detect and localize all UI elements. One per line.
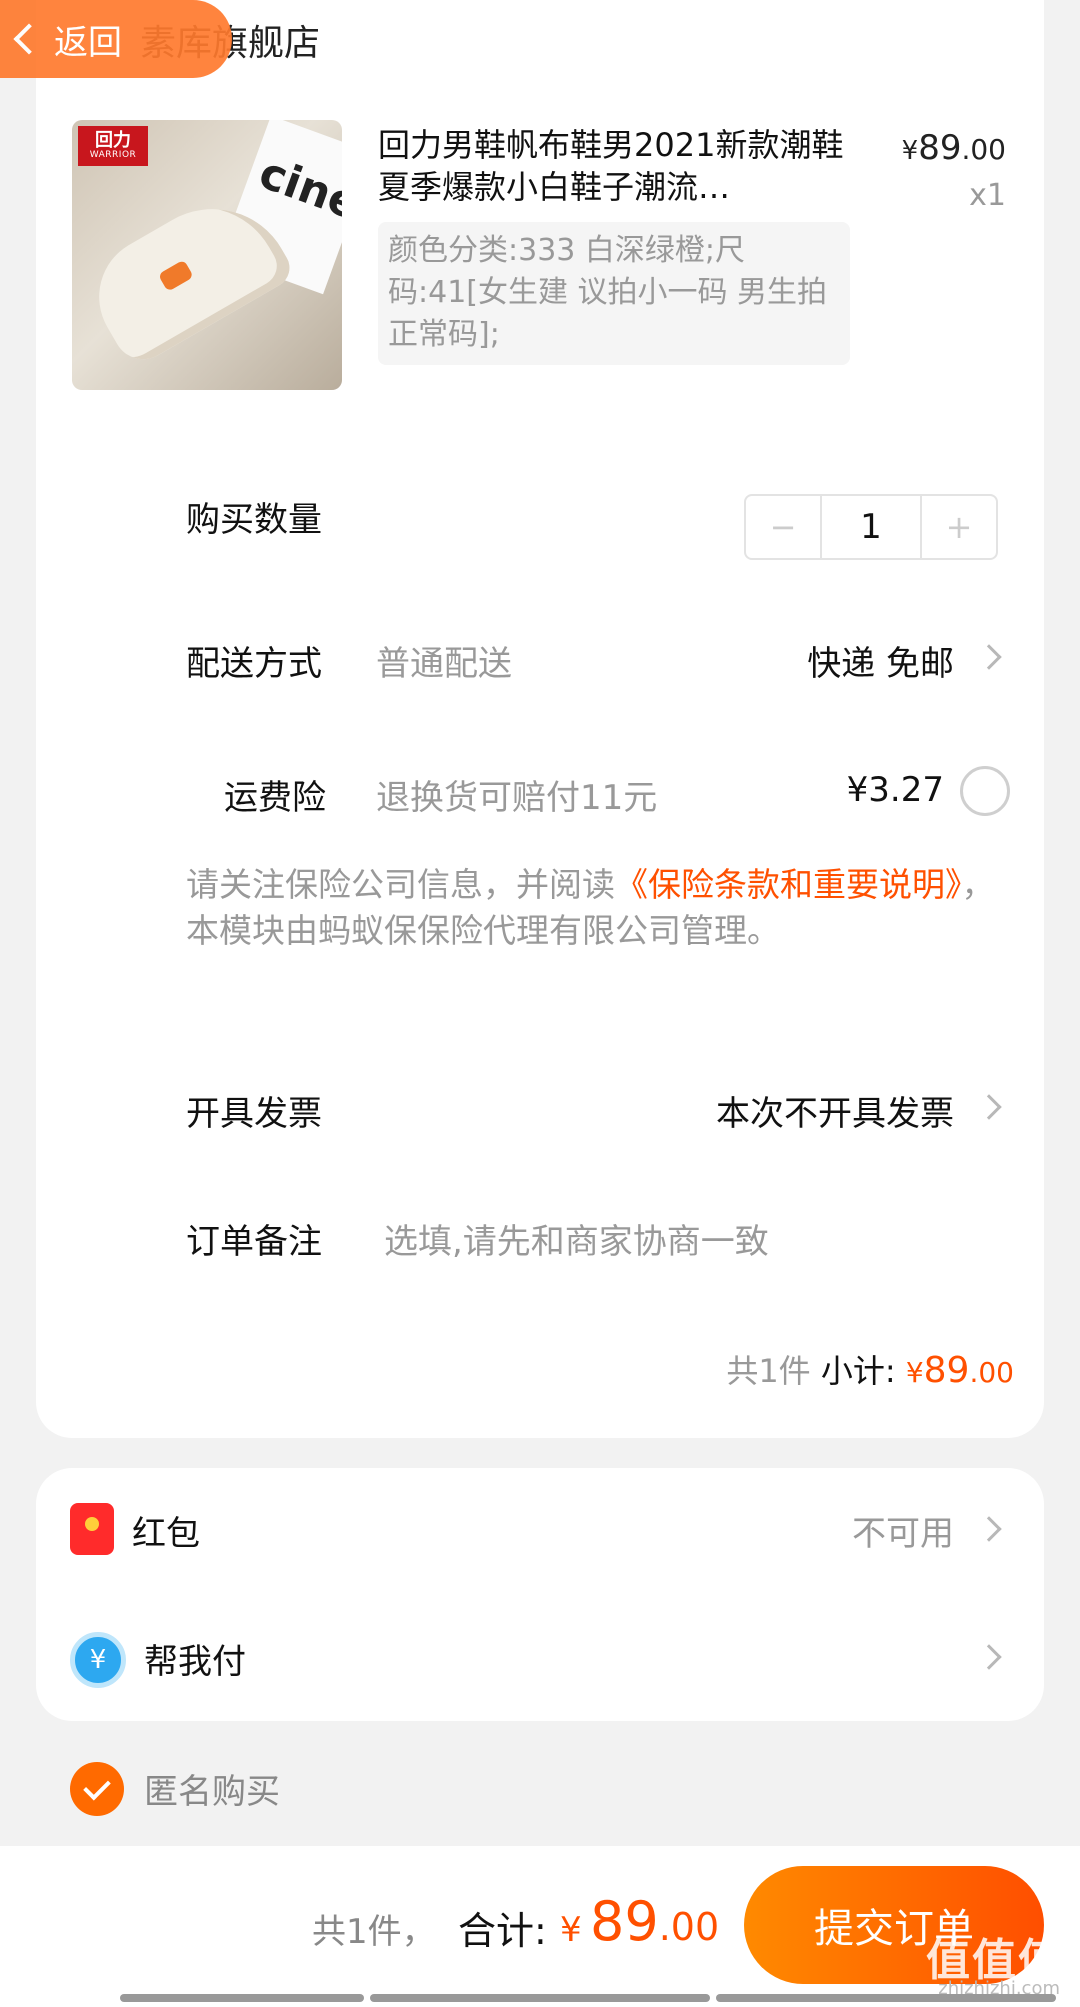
- subtotal-currency: ¥: [905, 1356, 924, 1389]
- delivery-value[interactable]: 快递 免邮: [807, 636, 954, 685]
- quantity-stepper: − 1 +: [744, 494, 998, 560]
- subtotal-amount: 89.00: [924, 1350, 1014, 1391]
- total-integer: 89: [590, 1890, 659, 1953]
- delivery-hint: 普通配送: [376, 644, 512, 684]
- subtotal: 共1件 小计: ¥89.00: [726, 1346, 1014, 1392]
- subtotal-integer: 89: [923, 1350, 970, 1391]
- home-indicator: [120, 1994, 364, 2002]
- increase-button[interactable]: +: [922, 496, 996, 558]
- red-packet-label[interactable]: 红包: [132, 1506, 200, 1555]
- anonymous-label[interactable]: 匿名购买: [144, 1764, 280, 1813]
- insurance-terms-link[interactable]: 《保险条款和重要说明》: [615, 865, 962, 904]
- shipping-insurance-price: ¥3.27: [846, 770, 944, 810]
- price-decimal: .00: [961, 133, 1006, 166]
- purchase-qty-label: 购买数量: [186, 500, 322, 540]
- box-text: cine: [252, 147, 342, 231]
- delivery-label: 配送方式: [186, 644, 322, 684]
- product-quantity: x1: [969, 178, 1006, 213]
- help-pay-icon: ¥: [70, 1632, 126, 1688]
- brand-badge-sub: WARRIOR: [89, 149, 137, 160]
- red-packet-value[interactable]: 不可用: [852, 1506, 954, 1555]
- shipping-insurance-radio[interactable]: [960, 766, 1010, 816]
- price-integer: 89: [918, 128, 962, 168]
- shipping-insurance-label: 运费险: [224, 778, 326, 818]
- chevron-left-icon: [13, 23, 45, 55]
- quantity-value[interactable]: 1: [820, 496, 922, 558]
- brand-badge-text: 回力: [95, 129, 131, 151]
- brand-logo: 回力 WARRIOR: [78, 126, 148, 166]
- total-count: 共1件，: [312, 1912, 436, 1952]
- help-pay-label[interactable]: 帮我付: [144, 1634, 246, 1683]
- total-currency: ¥: [560, 1910, 582, 1950]
- remark-input[interactable]: 选填,请先和商家协商一致: [384, 1214, 769, 1263]
- invoice-value[interactable]: 本次不开具发票: [716, 1086, 954, 1135]
- decrease-button[interactable]: −: [746, 496, 820, 558]
- subtotal-count: 共1件: [726, 1352, 811, 1390]
- total-decimal: .00: [658, 1905, 720, 1949]
- anonymous-checkbox[interactable]: [70, 1762, 124, 1816]
- subtotal-decimal: .00: [969, 1356, 1014, 1389]
- subtotal-label: 小计:: [820, 1352, 896, 1390]
- price-currency: ¥: [901, 136, 919, 166]
- total-label: 合计:: [458, 1909, 547, 1953]
- home-indicator: [716, 1994, 1056, 2002]
- product-title[interactable]: 回力男鞋帆布鞋男2021新款潮鞋夏季爆款小白鞋子潮流…: [378, 124, 858, 208]
- back-button[interactable]: 返回: [0, 0, 232, 78]
- sku-info[interactable]: 颜色分类:333 白深绿橙;尺码:41[女生建 议拍小一码 男生拍正常码];: [378, 222, 850, 365]
- product-image[interactable]: cine 回力 WARRIOR: [72, 120, 342, 390]
- remark-label: 订单备注: [186, 1222, 322, 1262]
- total-amount: 89.00: [590, 1890, 719, 1953]
- insurance-notice: 请关注保险公司信息，并阅读《保险条款和重要说明》，本模块由蚂蚁保保险代理有限公司…: [186, 862, 1016, 954]
- invoice-label: 开具发票: [186, 1094, 322, 1134]
- red-packet-icon: [70, 1503, 114, 1555]
- product-price: ¥89.00: [902, 128, 1006, 168]
- notice-prefix: 请关注保险公司信息，并阅读: [186, 865, 615, 904]
- home-indicator: [370, 1994, 710, 2002]
- back-label: 返回: [54, 22, 122, 63]
- shipping-insurance-hint: 退换货可赔付11元: [376, 778, 658, 818]
